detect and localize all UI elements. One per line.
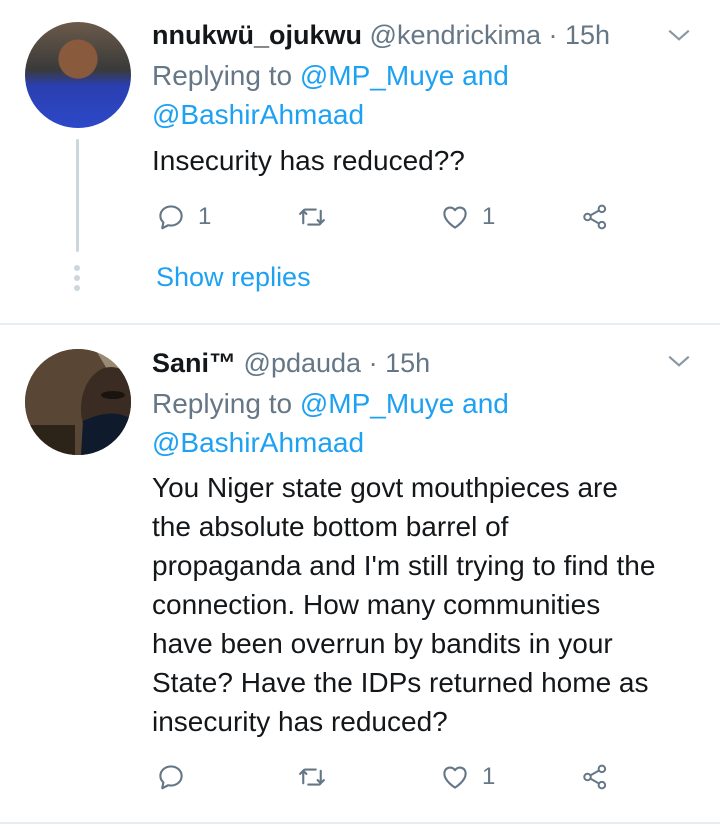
reply-icon xyxy=(159,765,183,790)
chevron-down-icon[interactable] xyxy=(666,22,692,48)
share-button[interactable] xyxy=(580,757,610,797)
separator: · xyxy=(548,20,558,50)
tweet-actions: 1 1 xyxy=(152,197,622,237)
replying-to: Replying to @MP_Muye and @BashirAhmaad xyxy=(152,56,592,134)
replying-label: Replying to xyxy=(152,60,300,91)
mention-link[interactable]: @BashirAhmaad xyxy=(152,99,364,130)
mention-link[interactable]: @MP_Muye xyxy=(300,60,454,91)
user-handle[interactable]: @kendrickima xyxy=(370,20,541,50)
chevron-down-icon[interactable] xyxy=(666,348,692,374)
retweet-button[interactable] xyxy=(297,197,339,237)
tweet-text-line: propaganda and I'm still trying to find … xyxy=(152,550,656,581)
tweet-text-line: State? Have the IDPs returned home as xyxy=(152,667,649,698)
retweet-button[interactable] xyxy=(297,757,339,797)
tweet-text-line: insecurity has reduced? xyxy=(152,706,448,737)
replying-and: and xyxy=(454,388,509,419)
timestamp[interactable]: 15h xyxy=(385,348,430,378)
replying-to: Replying to @MP_Muye and @BashirAhmaad xyxy=(152,384,592,462)
tweet-text: Insecurity has reduced?? xyxy=(152,145,465,176)
replying-label: Replying to xyxy=(152,388,300,419)
like-button[interactable]: 1 xyxy=(440,757,495,797)
tweet-text: You Niger state govt mouthpieces are the… xyxy=(152,468,712,741)
replying-and: and xyxy=(454,60,509,91)
tweet-text-line: You Niger state govt mouthpieces are xyxy=(152,472,618,503)
tweet-1[interactable]: nnukwü_ojukwu @kendrickima · 15h Replyin… xyxy=(0,0,720,324)
separator: · xyxy=(368,348,378,378)
retweet-icon xyxy=(299,208,325,226)
share-icon xyxy=(583,204,607,230)
heart-icon xyxy=(443,206,467,229)
avatar[interactable] xyxy=(25,349,131,455)
tweet-header: nnukwü_ojukwu @kendrickima · 15h xyxy=(152,18,610,52)
share-button[interactable] xyxy=(580,197,610,237)
retweet-icon xyxy=(299,768,325,786)
thread-line xyxy=(76,139,79,252)
avatar[interactable] xyxy=(25,22,131,128)
thread-dots xyxy=(74,265,81,295)
tweet-2[interactable]: Sani™ @pdauda · 15h Replying to @MP_Muye… xyxy=(0,325,720,822)
divider xyxy=(0,822,720,824)
reply-count: 1 xyxy=(198,203,212,230)
tweet-actions: 1 xyxy=(152,757,622,797)
tweet-text-line: have been overrun by bandits in your xyxy=(152,628,613,659)
user-handle[interactable]: @pdauda xyxy=(244,348,362,378)
display-name[interactable]: nnukwü_ojukwu xyxy=(152,20,362,50)
mention-link[interactable]: @MP_Muye xyxy=(300,388,454,419)
tweet-header: Sani™ @pdauda · 15h xyxy=(152,346,430,380)
mention-link[interactable]: @BashirAhmaad xyxy=(152,427,364,458)
reply-button[interactable] xyxy=(156,757,198,797)
like-count: 1 xyxy=(482,203,496,230)
share-icon xyxy=(583,764,607,790)
reply-button[interactable]: 1 xyxy=(156,197,211,237)
tweet-text-line: the absolute bottom barrel of xyxy=(152,511,509,542)
timestamp[interactable]: 15h xyxy=(565,20,610,50)
show-replies-link[interactable]: Show replies xyxy=(156,262,311,293)
like-count: 1 xyxy=(482,763,496,790)
tweet-text-line: connection. How many communities xyxy=(152,589,601,620)
heart-icon xyxy=(443,766,467,789)
display-name[interactable]: Sani™ xyxy=(152,348,236,378)
avatar-photo xyxy=(25,349,131,455)
like-button[interactable]: 1 xyxy=(440,197,495,237)
reply-icon xyxy=(159,205,183,230)
